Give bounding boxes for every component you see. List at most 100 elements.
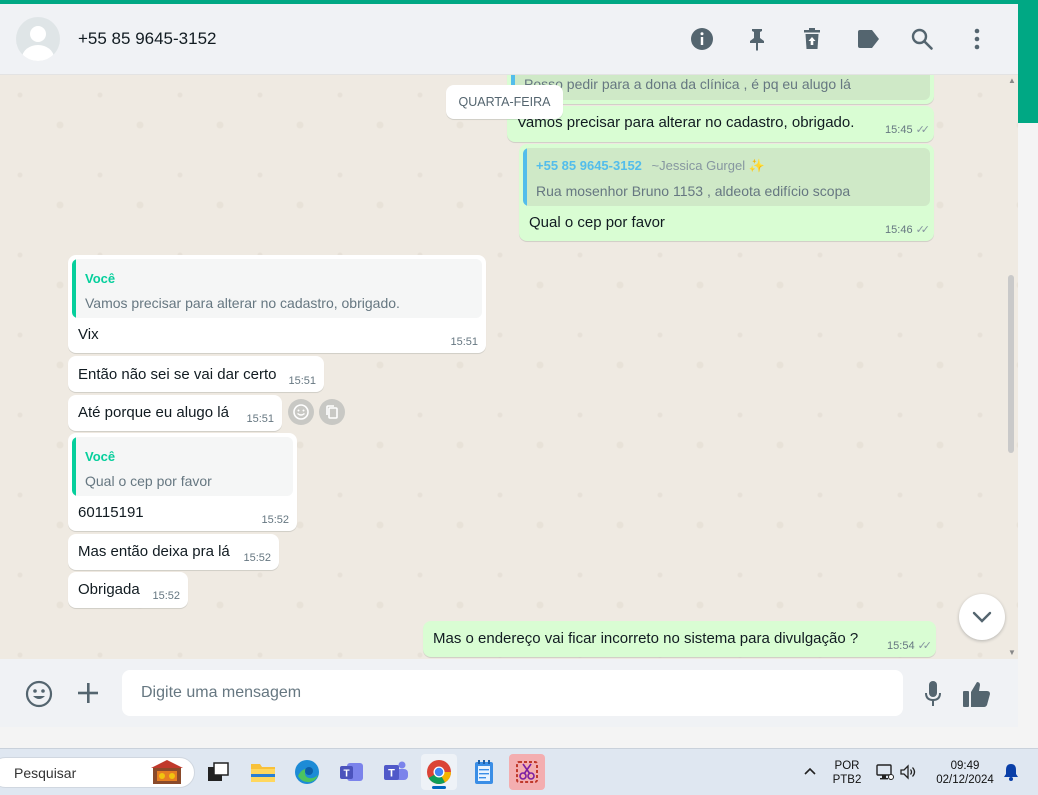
windows-taskbar: Pesquisar T T POR PTB2 09:49 02/12/2024 — [0, 748, 1038, 795]
message-bubble-outgoing[interactable]: Posso pedir para a dona da clínica , é p… — [507, 75, 934, 104]
clock-time: 09:49 — [950, 760, 980, 772]
quote-author: +55 85 9645-3152 ~Jessica Gurgel ✨ — [536, 158, 765, 174]
message-timestamp: 15:54 — [887, 640, 915, 652]
edge-browser-icon[interactable] — [289, 754, 325, 790]
task-view-icon[interactable] — [200, 754, 236, 790]
attach-plus-icon[interactable] — [74, 679, 102, 707]
message-timestamp: 15:52 — [243, 552, 271, 564]
contact-name[interactable]: +55 85 9645-3152 — [78, 29, 217, 49]
volume-icon[interactable] — [899, 763, 917, 781]
side-accent-strip — [1018, 0, 1038, 123]
message-composer — [0, 659, 1018, 727]
scroll-to-bottom-button[interactable] — [959, 594, 1005, 640]
quote-phone: +55 85 9645-3152 — [536, 158, 642, 173]
quote-bar — [72, 437, 76, 496]
language-code: POR — [834, 760, 860, 772]
quoted-message[interactable]: Você Qual o cep por favor — [72, 437, 293, 496]
message-text: Qual o cep por favor — [529, 214, 665, 231]
message-bubble-outgoing[interactable]: Vamos precisar para alterar no cadastro,… — [507, 106, 934, 142]
message-timestamp: 15:46 — [885, 224, 913, 236]
message-input[interactable] — [122, 670, 903, 716]
message-bubble-incoming[interactable]: Você Vamos precisar para alterar no cada… — [68, 255, 486, 353]
message-text: Mas então deixa pra lá — [78, 543, 230, 560]
avatar-head-shape — [30, 26, 46, 42]
whatsapp-web-window: +55 85 9645-3152 Posso pedir para a dona… — [0, 0, 1038, 795]
date-separator: QUARTA-FEIRA — [446, 85, 563, 119]
quote-author: Você — [85, 449, 116, 464]
menu-icon[interactable] — [964, 26, 990, 52]
chevron-down-icon — [972, 611, 992, 623]
message-text: Obrigada — [78, 581, 140, 598]
quote-text: Vamos precisar para alterar no cadastro,… — [85, 295, 400, 311]
file-explorer-icon[interactable] — [245, 754, 281, 790]
quote-text: Qual o cep por favor — [85, 473, 212, 489]
message-text: Vamos precisar para alterar no cadastro,… — [517, 114, 855, 131]
chat-header: +55 85 9645-3152 — [0, 4, 1018, 75]
label-icon[interactable] — [855, 26, 881, 52]
avatar-body-shape — [22, 45, 54, 61]
window-bottom-border — [0, 727, 1038, 748]
teams-icon[interactable]: T — [378, 754, 414, 790]
message-time: 15:46 ✓✓ — [885, 223, 931, 236]
chrome-browser-icon[interactable] — [421, 754, 457, 790]
snipping-tool-icon[interactable] — [509, 754, 545, 790]
emoji-icon[interactable] — [24, 679, 54, 709]
message-timestamp: 15:51 — [450, 336, 478, 348]
message-timestamp: 15:51 — [246, 413, 274, 425]
sparkles-icon: ✨ — [748, 158, 765, 173]
message-timestamp: 15:52 — [261, 514, 289, 526]
double-check-icon: ✓✓ — [915, 224, 931, 236]
taskbar-search-label: Pesquisar — [14, 765, 77, 781]
message-timestamp: 15:52 — [152, 590, 180, 602]
microphone-icon[interactable] — [920, 679, 946, 709]
message-bubble-outgoing[interactable]: +55 85 9645-3152 ~Jessica Gurgel ✨ Rua m… — [519, 144, 934, 241]
quote-contact-name: ~Jessica Gurgel — [651, 158, 746, 173]
double-check-icon: ✓✓ — [917, 640, 933, 652]
scroll-up-arrow[interactable]: ▲ — [1008, 76, 1016, 85]
pin-icon[interactable] — [744, 26, 770, 52]
react-emoji-button[interactable] — [288, 399, 314, 425]
message-text: Até porque eu alugo lá — [78, 404, 229, 421]
network-icon[interactable] — [876, 763, 894, 781]
search-highlight-icon — [151, 759, 183, 786]
chevron-up-icon[interactable] — [802, 763, 818, 779]
delete-icon[interactable] — [799, 26, 825, 52]
quote-text: Rua mosenhor Bruno 1153 , aldeota edifíc… — [536, 183, 851, 199]
scrollbar-thumb[interactable] — [1008, 275, 1014, 453]
message-time: 15:54 ✓✓ — [887, 639, 933, 652]
notification-bell-icon[interactable] — [1003, 763, 1021, 781]
side-panel — [1018, 123, 1038, 748]
message-bubble-incoming[interactable]: Obrigada 15:52 — [68, 572, 188, 608]
input-language-indicator[interactable]: POR PTB2 — [830, 759, 864, 787]
quote-bar — [523, 148, 527, 206]
scroll-down-arrow[interactable]: ▼ — [1008, 648, 1016, 657]
message-text: Então não sei se vai dar certo — [78, 366, 277, 383]
message-bubble-incoming[interactable]: Até porque eu alugo lá 15:51 — [68, 395, 282, 431]
message-bubble-incoming[interactable]: Mas então deixa pra lá 15:52 — [68, 534, 279, 570]
message-text: Mas o endereço vai ficar incorreto no si… — [433, 630, 859, 647]
system-clock[interactable]: 09:49 02/12/2024 — [927, 759, 1003, 787]
quoted-message[interactable]: +55 85 9645-3152 ~Jessica Gurgel ✨ Rua m… — [523, 148, 930, 206]
teams-work-icon[interactable]: T — [334, 754, 370, 790]
thumbs-up-icon[interactable] — [961, 678, 993, 710]
double-check-icon: ✓✓ — [915, 124, 931, 136]
message-text: Vix — [78, 326, 99, 343]
contact-avatar[interactable] — [16, 17, 60, 61]
notepad-icon[interactable] — [466, 754, 502, 790]
message-timestamp: 15:51 — [288, 375, 316, 387]
message-bubble-incoming[interactable]: Você Qual o cep por favor 60115191 15:52 — [68, 433, 297, 531]
message-list[interactable]: Posso pedir para a dona da clínica , é p… — [0, 75, 1018, 659]
info-icon[interactable] — [689, 26, 715, 52]
svg-text:T: T — [343, 769, 349, 780]
svg-text:T: T — [388, 768, 395, 780]
message-bubble-outgoing[interactable]: Mas o endereço vai ficar incorreto no si… — [423, 621, 936, 657]
quoted-message[interactable]: Posso pedir para a dona da clínica , é p… — [511, 75, 930, 100]
taskbar-search[interactable]: Pesquisar — [0, 757, 195, 788]
message-text: 60115191 — [78, 504, 144, 521]
clock-date: 02/12/2024 — [936, 774, 994, 786]
search-icon[interactable] — [909, 26, 935, 52]
quoted-message[interactable]: Você Vamos precisar para alterar no cada… — [72, 259, 482, 318]
message-bubble-incoming[interactable]: Então não sei se vai dar certo 15:51 — [68, 356, 324, 392]
active-indicator — [432, 786, 446, 789]
copy-icon[interactable] — [319, 399, 345, 425]
